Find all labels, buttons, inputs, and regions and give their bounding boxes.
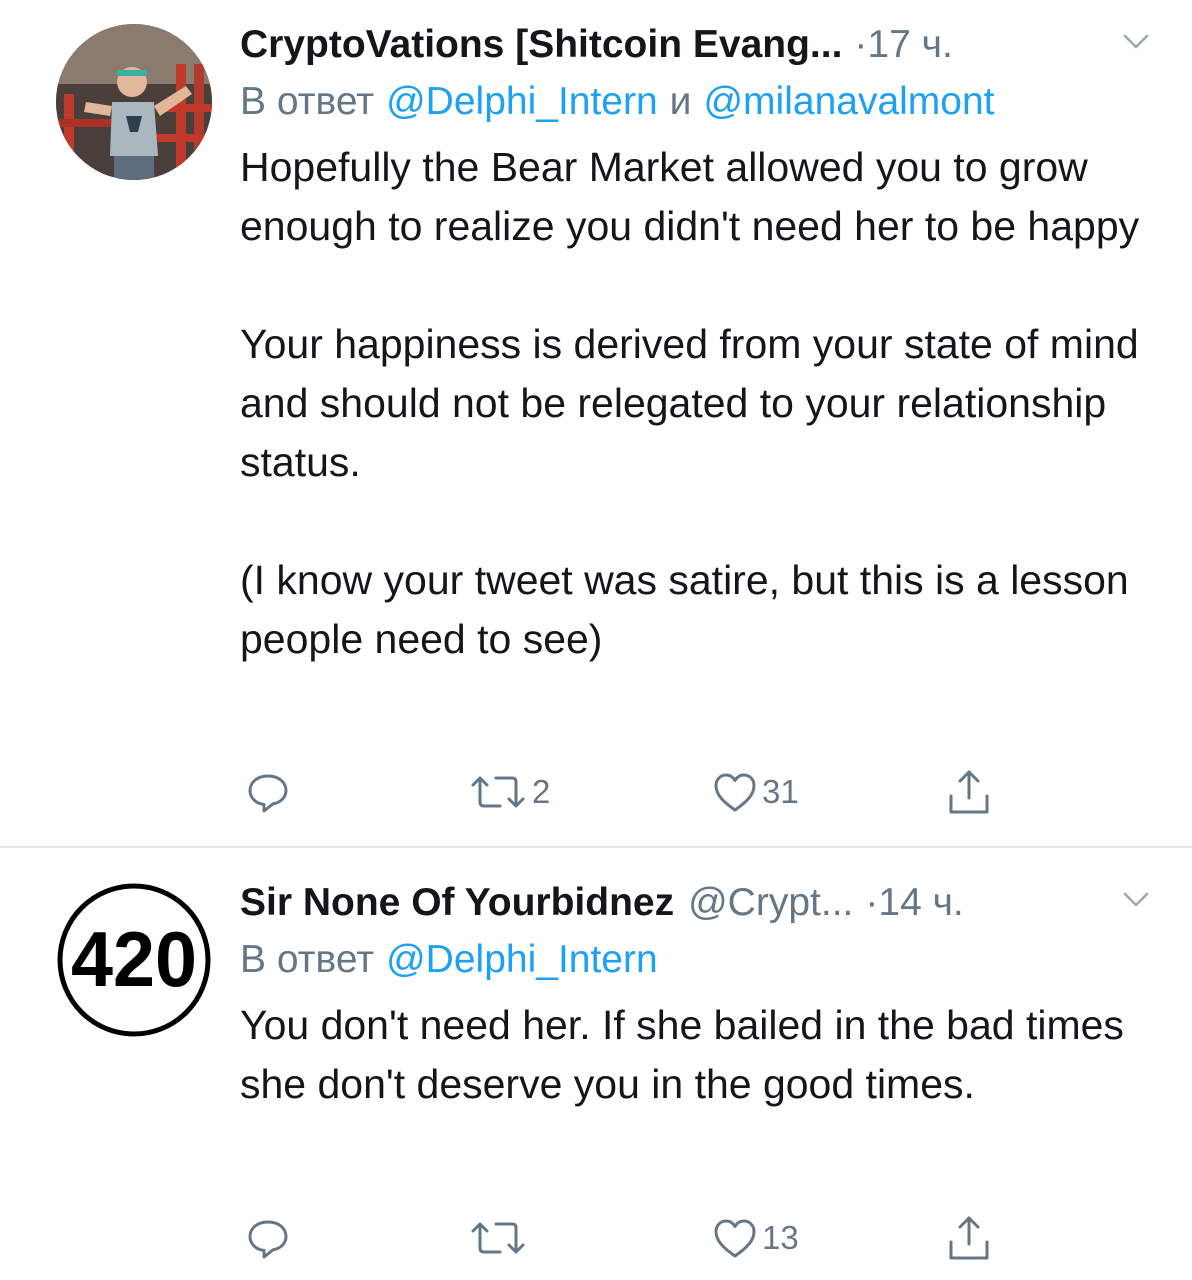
retweet-button[interactable]: 2 bbox=[468, 766, 550, 818]
display-name[interactable]: Sir None Of Yourbidnez bbox=[240, 881, 674, 925]
share-button[interactable] bbox=[946, 766, 992, 818]
handle[interactable]: @Crypt... bbox=[688, 881, 853, 925]
like-count: 31 bbox=[762, 773, 799, 810]
mention-link[interactable]: @Delphi_Intern bbox=[386, 80, 658, 124]
tweet-header: CryptoVations [Shitcoin Evang... · 17 ч. bbox=[240, 18, 1152, 72]
share-button[interactable] bbox=[946, 1212, 992, 1264]
avatar-text: 420 bbox=[71, 915, 197, 1003]
retweet-icon bbox=[471, 776, 525, 808]
tweet-text: Hopefully the Bear Market allowed you to… bbox=[240, 138, 1152, 669]
avatar[interactable] bbox=[56, 24, 212, 180]
avatar-420-logo: 420 bbox=[57, 883, 211, 1037]
share-icon bbox=[949, 770, 989, 814]
tweet-header: Sir None Of Yourbidnez @Crypt... · 14 ч. bbox=[240, 876, 1152, 930]
reply-conjunction: и bbox=[669, 80, 692, 123]
separator: · bbox=[854, 23, 868, 66]
tweet[interactable]: CryptoVations [Shitcoin Evang... · 17 ч.… bbox=[0, 0, 1192, 846]
tweet-paragraph: (I know your tweet was satire, but this … bbox=[240, 557, 1129, 662]
retweet-button[interactable] bbox=[468, 1212, 532, 1264]
tweet-actions: 2 31 bbox=[240, 766, 1000, 818]
separator: · bbox=[865, 881, 879, 924]
timestamp[interactable]: 17 ч. bbox=[867, 23, 952, 67]
reply-icon bbox=[248, 1220, 288, 1259]
chevron-down-icon[interactable] bbox=[1122, 890, 1150, 910]
like-button[interactable]: 31 bbox=[712, 766, 799, 818]
like-icon bbox=[714, 773, 756, 812]
reply-icon bbox=[248, 774, 288, 813]
retweet-icon bbox=[471, 1222, 525, 1254]
mention-link[interactable]: @milanavalmont bbox=[703, 80, 994, 124]
chevron-down-icon[interactable] bbox=[1122, 32, 1150, 52]
avatar-photo bbox=[56, 24, 212, 180]
reply-prefix: В ответ bbox=[240, 80, 375, 123]
avatar[interactable]: 420 bbox=[56, 882, 212, 1038]
share-icon bbox=[949, 1216, 989, 1260]
reply-context: В ответ @Delphi_Intern и @milanavalmont bbox=[240, 72, 1152, 132]
like-button[interactable]: 13 bbox=[712, 1212, 799, 1264]
tweet-actions: 13 bbox=[240, 1212, 1000, 1264]
display-name[interactable]: CryptoVations [Shitcoin Evang... bbox=[240, 23, 842, 67]
tweet-paragraph: Your happiness is derived from your stat… bbox=[240, 321, 1139, 485]
tweet-content: CryptoVations [Shitcoin Evang... · 17 ч.… bbox=[240, 18, 1152, 669]
tweet-content: Sir None Of Yourbidnez @Crypt... · 14 ч.… bbox=[240, 876, 1152, 1114]
tweet-text: You don't need her. If she bailed in the… bbox=[240, 996, 1152, 1114]
reply-prefix: В ответ bbox=[240, 938, 375, 981]
tweet-paragraph: Hopefully the Bear Market allowed you to… bbox=[240, 144, 1140, 249]
like-icon bbox=[714, 1219, 756, 1258]
reply-button[interactable] bbox=[246, 1212, 294, 1264]
like-count: 13 bbox=[762, 1219, 799, 1256]
reply-context: В ответ @Delphi_Intern bbox=[240, 930, 1152, 990]
reply-button[interactable] bbox=[246, 766, 294, 818]
timestamp[interactable]: 14 ч. bbox=[878, 881, 963, 925]
tweet-paragraph: You don't need her. If she bailed in the… bbox=[240, 1002, 1124, 1107]
retweet-count: 2 bbox=[532, 773, 551, 810]
mention-link[interactable]: @Delphi_Intern bbox=[386, 938, 658, 982]
